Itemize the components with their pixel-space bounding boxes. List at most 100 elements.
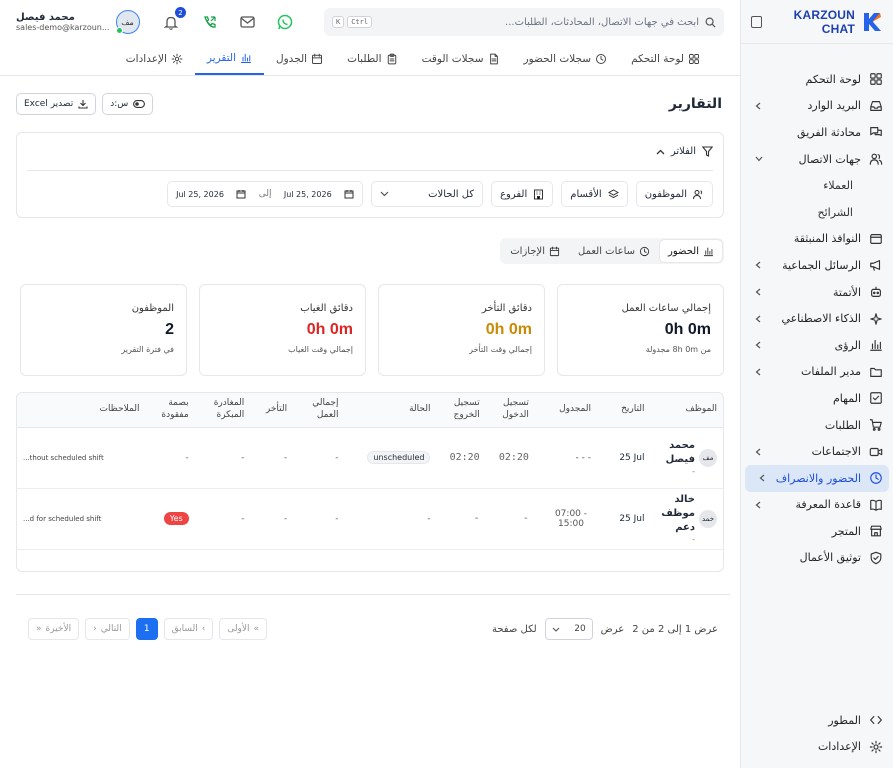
- whatsapp-icon[interactable]: [276, 13, 294, 31]
- tab-1[interactable]: سجلات الحضور: [512, 43, 620, 75]
- sidebar-item-book[interactable]: قاعدة المعرفة: [741, 492, 893, 519]
- store-icon: [869, 524, 883, 538]
- last-page-button[interactable]: الأخيرة «: [28, 618, 80, 640]
- attendance-tabs: لوحة التحكم سجلات الحضور سجلات الوقت الطلبا…: [0, 44, 740, 76]
- sidebar-item-bot[interactable]: الأتمتة: [741, 279, 893, 306]
- sidebar-item-dashboard[interactable]: لوحة التحكم: [741, 66, 893, 93]
- card-subtitle: إجمالي وقت التأخر: [469, 345, 532, 354]
- notes-text: ...thout scheduled shift: [23, 453, 104, 462]
- sidebar-item-chat[interactable]: محادثة الفريق: [741, 119, 893, 146]
- date-range-picker[interactable]: Jul 25, 2026 إلى Jul 25, 2026: [167, 181, 364, 207]
- tab-label: الجدول: [275, 53, 308, 65]
- scheduled-value: 07:00 - 15:00: [554, 508, 587, 529]
- phone-call-icon[interactable]: [200, 13, 218, 31]
- employee-name: خالد موظف دعم: [661, 494, 695, 533]
- attendance-table: الموظف التاريخ المجدول تسجيل الدخول تسجيل ال…: [16, 392, 724, 572]
- current-page-button[interactable]: 1: [135, 618, 158, 640]
- next-page-button[interactable]: التالي ‹: [85, 618, 130, 640]
- export-excel-button[interactable]: تصدير Excel: [16, 93, 97, 115]
- chevron-left-icon: [755, 315, 761, 323]
- employee-cell: خمد خالد موظف دعم -: [650, 488, 723, 550]
- code-icon: [869, 713, 883, 727]
- chevron-left-icon: [759, 474, 765, 482]
- sidebar-item-megaphone[interactable]: الرسائل الجماعية: [741, 252, 893, 279]
- filter-icon: [702, 146, 713, 157]
- sidebar-item-clock[interactable]: الحضور والانصراف: [745, 464, 889, 492]
- card-title: الموظفون: [131, 303, 174, 314]
- users-icon: [869, 152, 883, 166]
- page-size-select[interactable]: 20: [544, 618, 593, 640]
- sidebar-item-label: البريد الوارد: [807, 99, 862, 113]
- subtab-0[interactable]: الحضور: [660, 240, 722, 262]
- time-format-toggle[interactable]: س:د: [102, 93, 154, 115]
- sidebar-item-popup[interactable]: النوافذ المنبثقة: [741, 226, 893, 253]
- notes-text: ...d for scheduled shift: [23, 514, 102, 523]
- first-page-button[interactable]: » الأولى: [219, 618, 268, 640]
- collapse-sidebar-icon[interactable]: [751, 15, 762, 28]
- tab-5[interactable]: التقرير: [194, 43, 264, 75]
- branches-filter[interactable]: الفروع: [491, 181, 554, 207]
- user-menu[interactable]: مف محمد فيصل sales-demo@karzoun...: [16, 10, 140, 34]
- sidebar-item-cart[interactable]: الطلبات: [741, 412, 893, 439]
- topbar-icons: 2: [162, 7, 294, 31]
- clock-icon: [639, 246, 650, 257]
- report-subtabs: الحضور ساعات العمل الإجازات: [500, 238, 724, 264]
- brand-name: KARZOUN CHAT: [793, 7, 855, 36]
- status-badge: unscheduled: [367, 451, 431, 464]
- inbox-icon: [869, 99, 883, 113]
- sidebar-item-bar-chart[interactable]: الرؤى: [741, 332, 893, 359]
- date-from[interactable]: Jul 25, 2026: [284, 190, 332, 199]
- mail-icon[interactable]: [238, 13, 256, 31]
- tab-4[interactable]: الجدول: [264, 43, 335, 75]
- table-row[interactable]: خمد خالد موظف دعم -25 Jul 07:00 - 15:00- - - -…: [17, 488, 723, 550]
- sidebar-item-video[interactable]: الاجتماعات: [741, 438, 893, 465]
- sidebar-item-users[interactable]: جهات الاتصال: [741, 146, 893, 173]
- filters-panel: الفلاتر الموظفون الأقسام الفروع كل الحال…: [16, 132, 724, 218]
- sidebar-item-checkbox[interactable]: المهام: [741, 385, 893, 412]
- search-icon: [705, 17, 716, 28]
- sidebar-item-inbox[interactable]: البريد الوارد: [741, 93, 893, 120]
- employee-avatar: مف: [699, 448, 717, 467]
- sidebar-item-sub-5[interactable]: الشرائح: [741, 199, 893, 226]
- tab-0[interactable]: لوحة التحكم: [619, 43, 712, 75]
- search-input[interactable]: ابحث في جهات الاتصال، المحادثات، الطلبات…: [324, 8, 724, 36]
- sidebar-item-store[interactable]: المتجر: [741, 518, 893, 545]
- sidebar-item-shield-check[interactable]: توثيق الأعمال: [741, 545, 893, 572]
- sidebar-item-code[interactable]: المطور: [741, 707, 893, 734]
- bell-icon[interactable]: 2: [162, 7, 186, 31]
- prev-page-button[interactable]: › السابق: [163, 618, 214, 640]
- card-title: إجمالي ساعات العمل: [621, 303, 711, 314]
- sidebar-item-folder[interactable]: مدير الملفات: [741, 359, 893, 386]
- tab-3[interactable]: الطلبات: [335, 43, 409, 75]
- status-select[interactable]: كل الحالات: [371, 181, 484, 207]
- sidebar-item-sparkle[interactable]: الذكاء الاصطناعي: [741, 305, 893, 332]
- sidebar-item-label: الاجتماعات: [811, 445, 861, 459]
- subtab-1[interactable]: ساعات العمل: [570, 240, 658, 262]
- filters-header[interactable]: الفلاتر: [27, 133, 713, 171]
- column-header: الموظف: [650, 393, 723, 428]
- sidebar-item-gear[interactable]: الإعدادات: [741, 733, 893, 760]
- departments-filter[interactable]: الأقسام: [561, 181, 628, 207]
- prev-page-label: السابق: [171, 624, 198, 634]
- sidebar-item-sub-4[interactable]: العملاء: [741, 172, 893, 199]
- tab-2[interactable]: سجلات الوقت: [410, 43, 512, 75]
- date-cell: 25 Jul: [596, 427, 651, 489]
- date-to[interactable]: Jul 25, 2026: [176, 190, 224, 199]
- summary-card: دقائق التأخر 0h 0m إجمالي وقت التأخر: [378, 284, 545, 376]
- total-work-cell: -: [293, 427, 345, 489]
- chevron-down-icon: [380, 191, 389, 197]
- online-status-dot: [115, 27, 123, 34]
- subtab-2[interactable]: الإجازات: [502, 240, 568, 262]
- tab-label: الإعدادات: [125, 53, 167, 65]
- table-row[interactable]: مف محمد فيصل - 25 Jul - - - 02:20 02:20 unsched…: [17, 427, 723, 489]
- gear-icon: [869, 740, 883, 754]
- brand: KARZOUN CHAT: [741, 0, 893, 44]
- employee-text: محمد فيصل -: [656, 439, 695, 476]
- employees-filter[interactable]: الموظفون: [635, 181, 713, 207]
- tab-6[interactable]: الإعدادات: [114, 43, 195, 75]
- clipboard-icon: [386, 53, 398, 65]
- topbar: ابحث في جهات الاتصال، المحادثات، الطلبات…: [0, 0, 740, 44]
- column-header: المجدول: [534, 393, 597, 428]
- employee-avatar: خمد: [699, 509, 717, 528]
- chevron-down-icon: [552, 627, 560, 632]
